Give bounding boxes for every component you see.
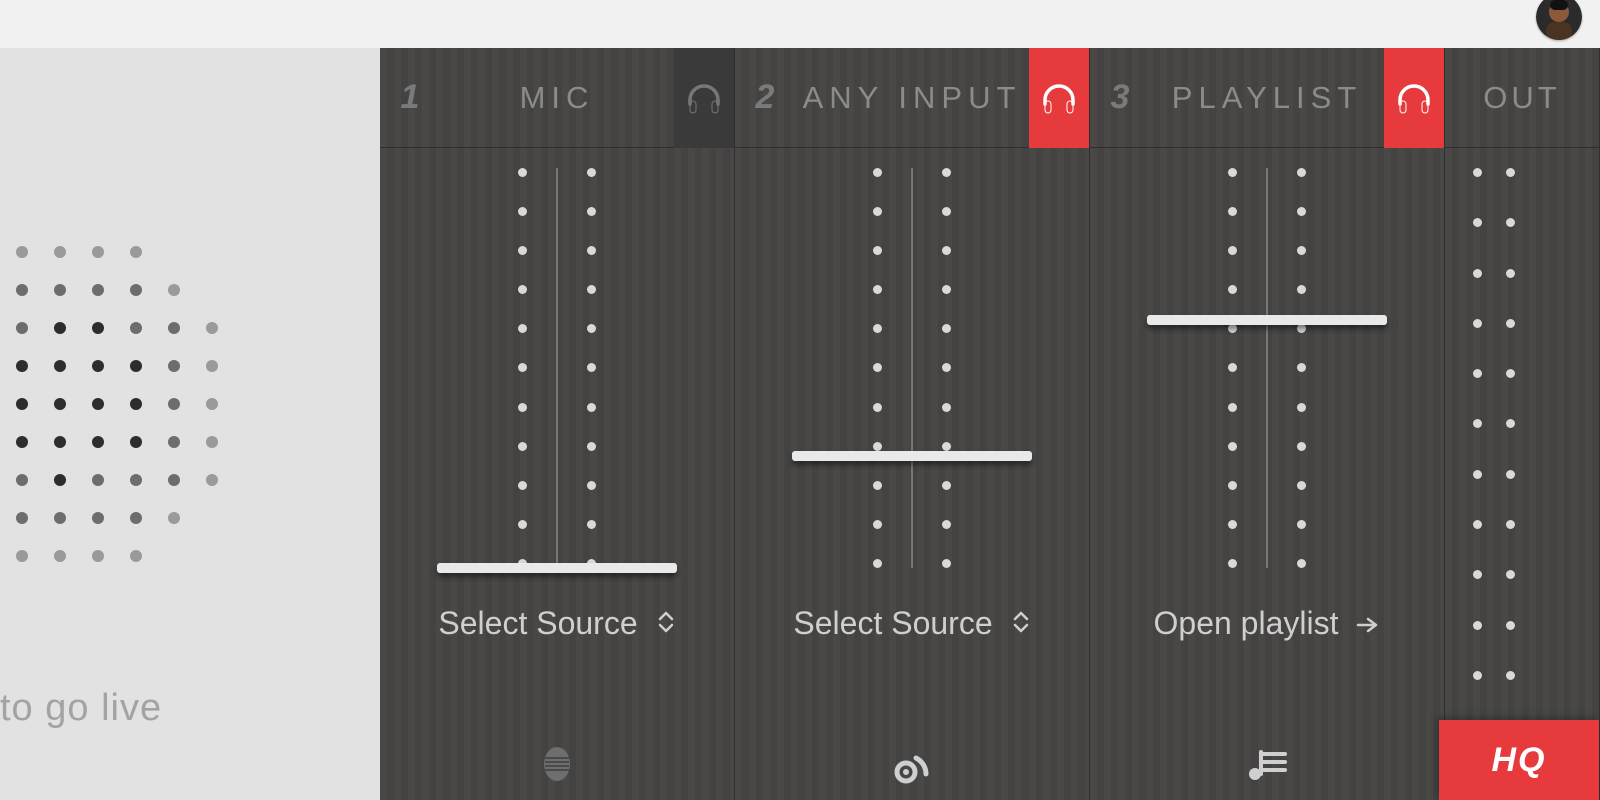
open-playlist-label: Open playlist [1154,605,1339,642]
fader-track-1 [556,168,558,568]
channel-1: 1 MIC Select Source [380,48,735,800]
source-select-2[interactable]: Select Source [735,588,1089,658]
headphones-toggle-2[interactable] [1029,48,1089,148]
open-playlist-button[interactable]: Open playlist [1090,588,1444,658]
headphones-toggle-3[interactable] [1384,48,1444,148]
fader-track-2 [911,168,913,568]
channel-2-header: 2 ANY INPUT [735,48,1089,148]
fader-handle-1[interactable] [437,563,677,573]
hq-label: HQ [1492,741,1547,780]
channel-3-playlist-icon [1090,740,1444,788]
mixer: 1 MIC Select Source 2 ANY I [380,48,1600,800]
top-bar [0,0,1600,48]
channel-2-input-icon [735,740,1089,788]
arrow-right-icon [1356,605,1380,642]
channel-2-number: 2 [735,78,795,117]
channel-2: 2 ANY INPUT Select Source [735,48,1090,800]
channel-out: OUT HQ [1445,48,1600,800]
fader-zone-2 [735,148,1089,588]
out-level-meter [1473,168,1515,680]
channel-out-title: OUT [1483,80,1560,116]
fader-zone-3 [1090,148,1444,588]
source-select-1[interactable]: Select Source [380,588,734,658]
fader-track-3 [1266,168,1268,568]
fader-handle-2[interactable] [792,451,1032,461]
channel-1-title: MIC [440,80,674,116]
speaker-dot-grid [0,138,260,668]
headphones-toggle-1[interactable] [674,48,734,148]
hq-button[interactable]: HQ [1439,720,1599,800]
channel-1-header: 1 MIC [380,48,734,148]
fader-zone-1 [380,148,734,588]
go-live-label: to go live [0,687,162,730]
channel-3: 3 PLAYLIST Open playlist [1090,48,1445,800]
sidebar: to go live [0,48,380,800]
channel-2-title: ANY INPUT [795,80,1029,116]
channel-3-title: PLAYLIST [1150,80,1384,116]
updown-caret-icon [656,605,676,642]
updown-caret-icon [1011,605,1031,642]
source-select-2-label: Select Source [793,605,992,642]
channel-1-mic-icon [380,740,734,788]
channel-1-number: 1 [380,78,440,117]
channel-out-header: OUT [1445,48,1599,148]
source-select-1-label: Select Source [438,605,637,642]
channel-3-header: 3 PLAYLIST [1090,48,1444,148]
main: to go live 1 MIC Select Source [0,48,1600,800]
avatar[interactable] [1536,0,1582,40]
channel-3-number: 3 [1090,78,1150,117]
fader-handle-3[interactable] [1147,315,1387,325]
